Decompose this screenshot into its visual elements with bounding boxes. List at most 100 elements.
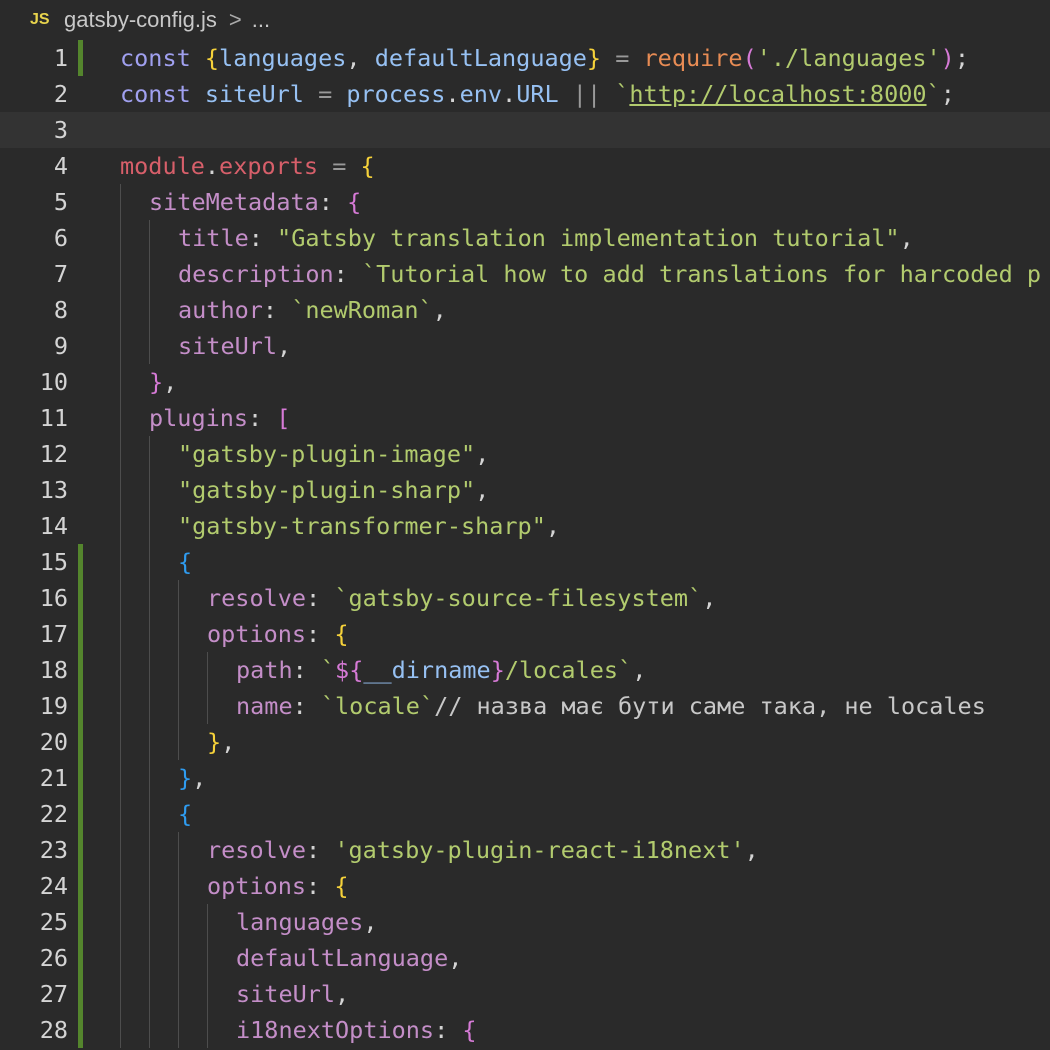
code-text[interactable]: }, — [178, 760, 206, 796]
code-text[interactable]: name: `locale`// назва має бути саме так… — [236, 688, 986, 724]
git-modified-indicator[interactable] — [78, 796, 83, 832]
code-line[interactable]: 21}, — [0, 760, 1050, 796]
code-text[interactable]: module.exports = { — [120, 148, 375, 184]
breadcrumb-file-name[interactable]: gatsby-config.js — [64, 7, 217, 33]
line-number[interactable]: 20 — [0, 724, 68, 760]
line-number[interactable]: 17 — [0, 616, 68, 652]
line-number[interactable]: 25 — [0, 904, 68, 940]
git-modified-indicator[interactable] — [78, 652, 83, 688]
code-line[interactable]: 16 resolve: `gatsby-source-filesystem`, — [0, 580, 1050, 616]
code-line[interactable]: 27 siteUrl, — [0, 976, 1050, 1012]
code-text[interactable]: languages, — [236, 904, 378, 940]
code-text[interactable]: }, — [207, 724, 235, 760]
line-number[interactable]: 13 — [0, 472, 68, 508]
code-text[interactable]: author: `newRoman`, — [178, 292, 447, 328]
code-text[interactable]: { — [178, 796, 192, 832]
line-number[interactable]: 27 — [0, 976, 68, 1012]
code-text[interactable]: title: "Gatsby translation implementatio… — [178, 220, 914, 256]
code-line[interactable]: 17 options: { — [0, 616, 1050, 652]
code-text[interactable]: "gatsby-transformer-sharp", — [178, 508, 560, 544]
code-text[interactable]: const siteUrl = process.env.URL || `http… — [120, 76, 955, 112]
line-number[interactable]: 11 — [0, 400, 68, 436]
git-modified-indicator[interactable] — [78, 544, 83, 580]
code-line[interactable]: 4 module.exports = { — [0, 148, 1050, 184]
line-number[interactable]: 6 — [0, 220, 68, 256]
line-number[interactable]: 22 — [0, 796, 68, 832]
code-text[interactable]: resolve: 'gatsby-plugin-react-i18next', — [207, 832, 759, 868]
line-number[interactable]: 21 — [0, 760, 68, 796]
line-number[interactable]: 2 — [0, 76, 68, 112]
breadcrumb-more[interactable]: ... — [252, 7, 270, 33]
git-modified-indicator[interactable] — [78, 40, 83, 76]
line-number[interactable]: 26 — [0, 940, 68, 976]
code-text[interactable]: siteMetadata: { — [149, 184, 361, 220]
code-line[interactable]: 23 resolve: 'gatsby-plugin-react-i18next'… — [0, 832, 1050, 868]
git-modified-indicator[interactable] — [78, 616, 83, 652]
code-line[interactable]: 13 "gatsby-plugin-sharp", — [0, 472, 1050, 508]
code-line[interactable]: 3 — [0, 112, 1050, 148]
code-text[interactable]: resolve: `gatsby-source-filesystem`, — [207, 580, 716, 616]
code-text[interactable]: plugins: [ — [149, 400, 291, 436]
code-text[interactable]: { — [178, 544, 192, 580]
git-modified-indicator[interactable] — [78, 868, 83, 904]
line-number[interactable]: 3 — [0, 112, 68, 148]
git-modified-indicator[interactable] — [78, 1012, 83, 1048]
code-lines[interactable]: 1 const {languages, defaultLanguage} = re… — [0, 40, 1050, 1048]
code-line[interactable]: 18 path: `${__dirname}/locales`, — [0, 652, 1050, 688]
code-line[interactable]: 20}, — [0, 724, 1050, 760]
line-number[interactable]: 15 — [0, 544, 68, 580]
code-text[interactable]: i18nextOptions: { — [236, 1012, 477, 1048]
code-text[interactable]: const {languages, defaultLanguage} = req… — [120, 40, 969, 76]
line-number[interactable]: 1 — [0, 40, 68, 76]
line-number[interactable]: 12 — [0, 436, 68, 472]
code-line[interactable]: 6 title: "Gatsby translation implementati… — [0, 220, 1050, 256]
code-text[interactable]: }, — [149, 364, 177, 400]
git-modified-indicator[interactable] — [78, 976, 83, 1012]
line-number[interactable]: 4 — [0, 148, 68, 184]
code-text[interactable]: options: { — [207, 616, 349, 652]
code-text[interactable]: defaultLanguage, — [236, 940, 462, 976]
code-editor[interactable]: JS gatsby-config.js > ... 1 const {langua… — [0, 0, 1050, 1050]
code-line[interactable]: 22 { — [0, 796, 1050, 832]
line-number[interactable]: 19 — [0, 688, 68, 724]
git-modified-indicator[interactable] — [78, 688, 83, 724]
code-line[interactable]: 2 const siteUrl = process.env.URL || `htt… — [0, 76, 1050, 112]
code-text[interactable]: siteUrl, — [236, 976, 349, 1012]
git-modified-indicator[interactable] — [78, 724, 83, 760]
code-text[interactable]: options: { — [207, 868, 349, 904]
line-number[interactable]: 24 — [0, 868, 68, 904]
line-number[interactable]: 16 — [0, 580, 68, 616]
code-line[interactable]: 14 "gatsby-transformer-sharp", — [0, 508, 1050, 544]
code-line[interactable]: 24 options: { — [0, 868, 1050, 904]
code-text[interactable]: siteUrl, — [178, 328, 291, 364]
git-modified-indicator[interactable] — [78, 580, 83, 616]
code-line[interactable]: 5 siteMetadata: { — [0, 184, 1050, 220]
code-line[interactable]: 10}, — [0, 364, 1050, 400]
code-text[interactable]: description: `Tutorial how to add transl… — [178, 256, 1041, 292]
code-line[interactable]: 19 name: `locale`// назва має бути саме т… — [0, 688, 1050, 724]
line-number[interactable]: 23 — [0, 832, 68, 868]
line-number[interactable]: 8 — [0, 292, 68, 328]
line-number[interactable]: 5 — [0, 184, 68, 220]
code-line[interactable]: 9 siteUrl, — [0, 328, 1050, 364]
code-line[interactable]: 28 i18nextOptions: { — [0, 1012, 1050, 1048]
code-line[interactable]: 26 defaultLanguage, — [0, 940, 1050, 976]
line-number[interactable]: 28 — [0, 1012, 68, 1048]
line-number[interactable]: 18 — [0, 652, 68, 688]
line-number[interactable]: 10 — [0, 364, 68, 400]
code-line[interactable]: 7 description: `Tutorial how to add trans… — [0, 256, 1050, 292]
code-text[interactable]: "gatsby-plugin-sharp", — [178, 472, 489, 508]
line-number[interactable]: 7 — [0, 256, 68, 292]
git-modified-indicator[interactable] — [78, 904, 83, 940]
code-line[interactable]: 1 const {languages, defaultLanguage} = re… — [0, 40, 1050, 76]
code-line[interactable]: 25 languages, — [0, 904, 1050, 940]
line-number[interactable]: 14 — [0, 508, 68, 544]
git-modified-indicator[interactable] — [78, 940, 83, 976]
code-line[interactable]: 11 plugins: [ — [0, 400, 1050, 436]
git-modified-indicator[interactable] — [78, 760, 83, 796]
code-text[interactable]: "gatsby-plugin-image", — [178, 436, 489, 472]
code-line[interactable]: 15 { — [0, 544, 1050, 580]
line-number[interactable]: 9 — [0, 328, 68, 364]
git-modified-indicator[interactable] — [78, 832, 83, 868]
code-line[interactable]: 8 author: `newRoman`, — [0, 292, 1050, 328]
